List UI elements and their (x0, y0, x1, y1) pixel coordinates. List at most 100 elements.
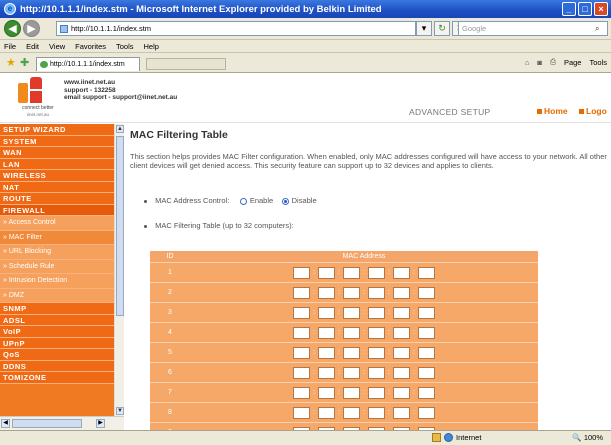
mac-octet-input[interactable] (293, 406, 310, 419)
mac-octet-input[interactable] (293, 286, 310, 299)
mac-octet-input[interactable] (418, 346, 435, 359)
mac-octet-input[interactable] (393, 406, 410, 419)
print-icon[interactable]: ⎙ (550, 57, 556, 67)
add-favorites-icon[interactable]: ✚ (20, 56, 29, 69)
scroll-up-arrow-icon[interactable]: ▲ (116, 125, 124, 133)
minimize-button[interactable]: _ (562, 2, 576, 16)
sidebar-item-wan[interactable]: WAN (0, 147, 114, 159)
sidebar-item-nat[interactable]: NAT (0, 181, 114, 193)
sidebar-item-lan[interactable]: LAN (0, 158, 114, 170)
maximize-button[interactable]: □ (578, 2, 592, 16)
zoom-level[interactable]: 🔍 100% (572, 433, 603, 442)
mac-octet-input[interactable] (343, 306, 360, 319)
scroll-left-arrow-icon[interactable]: ◀ (1, 419, 10, 428)
sidebar-item-tomizone[interactable]: TOMIZONE (0, 372, 114, 384)
mac-octet-input[interactable] (318, 286, 335, 299)
mac-octet-input[interactable] (293, 366, 310, 379)
scroll-down-arrow-icon[interactable]: ▼ (116, 407, 124, 415)
page-menu[interactable]: Page (564, 58, 582, 67)
mac-octet-input[interactable] (368, 266, 385, 279)
mac-octet-input[interactable] (343, 326, 360, 339)
sidebar-vertical-scrollbar[interactable]: ▲ ▼ (114, 124, 124, 416)
sidebar-item-system[interactable]: SYSTEM (0, 135, 114, 147)
new-tab-button[interactable] (146, 58, 226, 70)
address-dropdown-button[interactable]: ▾ (416, 21, 432, 36)
mac-octet-input[interactable] (393, 346, 410, 359)
mac-octet-input[interactable] (318, 326, 335, 339)
scroll-thumb[interactable] (116, 136, 124, 316)
mac-octet-input[interactable] (293, 306, 310, 319)
hscroll-thumb[interactable] (12, 419, 82, 428)
mac-octet-input[interactable] (393, 306, 410, 319)
favorites-star-icon[interactable]: ★ (6, 56, 16, 69)
mac-octet-input[interactable] (368, 346, 385, 359)
mac-octet-input[interactable] (393, 386, 410, 399)
mac-octet-input[interactable] (293, 386, 310, 399)
mac-octet-input[interactable] (393, 366, 410, 379)
mac-octet-input[interactable] (343, 266, 360, 279)
menu-tools[interactable]: Tools (116, 42, 134, 51)
sidebar-item-adsl[interactable]: ADSL (0, 314, 114, 326)
mac-octet-input[interactable] (318, 306, 335, 319)
enable-radio[interactable] (239, 197, 247, 205)
mac-octet-input[interactable] (318, 406, 335, 419)
mac-octet-input[interactable] (418, 386, 435, 399)
mac-octet-input[interactable] (343, 286, 360, 299)
mac-octet-input[interactable] (293, 266, 310, 279)
menu-file[interactable]: File (4, 42, 16, 51)
mac-octet-input[interactable] (368, 366, 385, 379)
menu-help[interactable]: Help (144, 42, 159, 51)
menu-view[interactable]: View (49, 42, 65, 51)
mac-octet-input[interactable] (343, 366, 360, 379)
sidebar-item-dmz[interactable]: » DMZ (0, 288, 114, 303)
search-icon[interactable]: ⌕ (595, 22, 607, 35)
home-icon[interactable]: ⌂ (525, 58, 530, 67)
mac-octet-input[interactable] (368, 386, 385, 399)
sidebar-item-wireless[interactable]: WIRELESS (0, 170, 114, 182)
disable-radio[interactable] (281, 197, 289, 205)
logout-link[interactable]: Logo (579, 106, 607, 116)
sidebar-item-intrusion-detection[interactable]: » Intrusion Detection (0, 274, 114, 289)
mac-octet-input[interactable] (343, 386, 360, 399)
mac-octet-input[interactable] (318, 266, 335, 279)
sidebar-item-snmp[interactable]: SNMP (0, 303, 114, 315)
mac-octet-input[interactable] (368, 326, 385, 339)
sidebar-item-voip[interactable]: VoIP (0, 326, 114, 338)
refresh-button[interactable]: ↻ (434, 21, 450, 36)
tab-current[interactable]: http://10.1.1.1/index.stm (36, 57, 140, 71)
forward-button[interactable]: ▶ (23, 20, 40, 37)
tools-menu[interactable]: Tools (589, 58, 607, 67)
mac-octet-input[interactable] (318, 366, 335, 379)
mac-octet-input[interactable] (418, 266, 435, 279)
sidebar-item-upnp[interactable]: UPnP (0, 337, 114, 349)
mac-octet-input[interactable] (418, 406, 435, 419)
mac-octet-input[interactable] (293, 346, 310, 359)
sidebar-item-ddns[interactable]: DDNS (0, 360, 114, 372)
sidebar-item-mac-filter[interactable]: » MAC Filter (0, 230, 114, 245)
mac-octet-input[interactable] (343, 346, 360, 359)
mac-octet-input[interactable] (368, 406, 385, 419)
mac-octet-input[interactable] (368, 286, 385, 299)
mac-octet-input[interactable] (343, 406, 360, 419)
sidebar-item-access-control[interactable]: » Access Control (0, 216, 114, 231)
mac-octet-input[interactable] (393, 286, 410, 299)
sidebar-item-route[interactable]: ROUTE (0, 193, 114, 205)
scroll-right-arrow-icon[interactable]: ▶ (96, 419, 105, 428)
mac-octet-input[interactable] (418, 286, 435, 299)
mac-octet-input[interactable] (318, 386, 335, 399)
address-bar[interactable]: http://10.1.1.1/index.stm (56, 21, 416, 36)
sidebar-item-schedule-rule[interactable]: » Schedule Rule (0, 259, 114, 274)
back-button[interactable]: ◀ (4, 20, 21, 37)
mac-octet-input[interactable] (418, 326, 435, 339)
search-input[interactable]: Google ⌕ (458, 21, 608, 36)
mac-octet-input[interactable] (418, 366, 435, 379)
mac-octet-input[interactable] (368, 306, 385, 319)
mac-octet-input[interactable] (418, 306, 435, 319)
sidebar-item-url-blocking[interactable]: » URL Blocking (0, 245, 114, 260)
close-button[interactable]: × (594, 2, 608, 16)
mac-octet-input[interactable] (393, 326, 410, 339)
sidebar-item-firewall[interactable]: FIREWALL (0, 204, 114, 216)
home-link[interactable]: Home (537, 106, 568, 116)
sidebar-item-qos[interactable]: QoS (0, 349, 114, 361)
sidebar-item-setup-wizard[interactable]: SETUP WIZARD (0, 124, 114, 136)
